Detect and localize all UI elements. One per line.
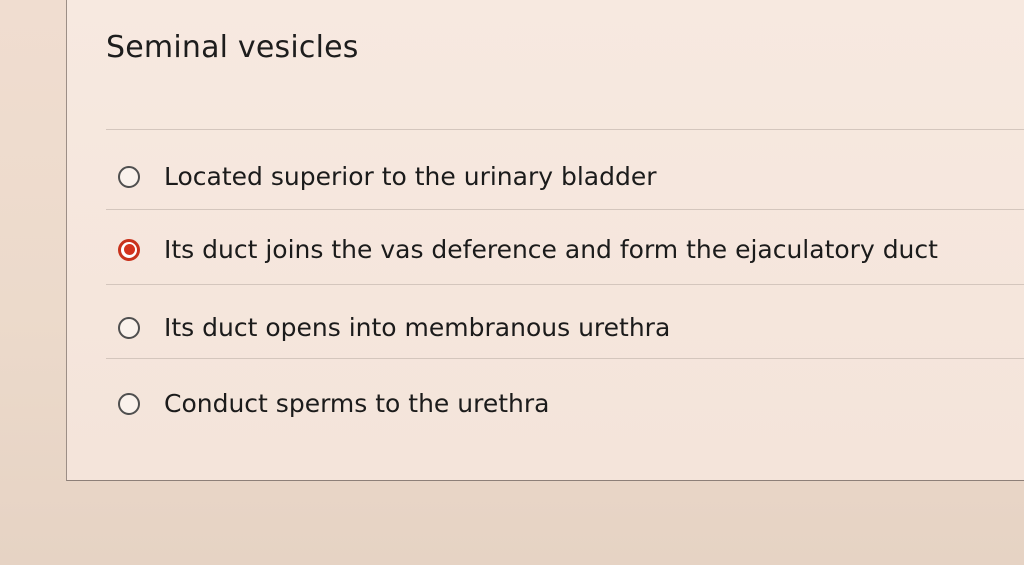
answer-option-label: Conduct sperms to the urethra	[164, 389, 550, 418]
divider	[106, 358, 1024, 359]
radio-selected-dot	[123, 244, 135, 255]
divider	[106, 284, 1024, 285]
answer-option-3[interactable]: Its duct opens into membranous urethra	[118, 313, 670, 342]
answer-option-label: Located superior to the urinary bladder	[164, 162, 657, 191]
divider	[106, 129, 1024, 130]
question-title: Seminal vesicles	[106, 30, 359, 65]
answer-option-label: Its duct joins the vas deference and for…	[164, 235, 938, 264]
answer-option-label: Its duct opens into membranous urethra	[164, 313, 671, 342]
answer-option-2[interactable]: Its duct joins the vas deference and for…	[118, 235, 938, 264]
quiz-page: Seminal vesicles Located superior to the…	[0, 0, 1024, 565]
radio-button-selected[interactable]	[118, 238, 140, 261]
answer-option-1[interactable]: Located superior to the urinary bladder	[118, 162, 657, 191]
radio-button[interactable]	[118, 316, 140, 339]
radio-button[interactable]	[118, 165, 140, 188]
answer-option-4[interactable]: Conduct sperms to the urethra	[118, 389, 549, 418]
radio-button[interactable]	[118, 392, 140, 415]
divider	[106, 209, 1024, 210]
